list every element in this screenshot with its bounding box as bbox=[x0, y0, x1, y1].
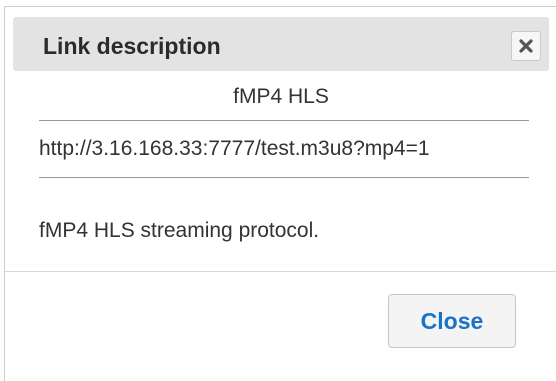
protocol-description: fMP4 HLS streaming protocol. bbox=[39, 219, 320, 242]
close-icon bbox=[519, 39, 533, 53]
dialog-close-x-button[interactable] bbox=[511, 31, 541, 61]
url-field[interactable]: http://3.16.168.33:7777/test.m3u8?mp4=1 bbox=[39, 120, 529, 178]
close-button[interactable]: Close bbox=[388, 294, 516, 348]
dialog-titlebar: Link description bbox=[13, 17, 549, 71]
link-description-dialog: Link description fMP4 HLS http://3.16.16… bbox=[4, 6, 556, 381]
footer-divider bbox=[5, 271, 556, 272]
url-text: http://3.16.168.33:7777/test.m3u8?mp4=1 bbox=[39, 137, 430, 160]
dialog-title: Link description bbox=[43, 33, 221, 59]
protocol-heading: fMP4 HLS bbox=[233, 85, 329, 108]
